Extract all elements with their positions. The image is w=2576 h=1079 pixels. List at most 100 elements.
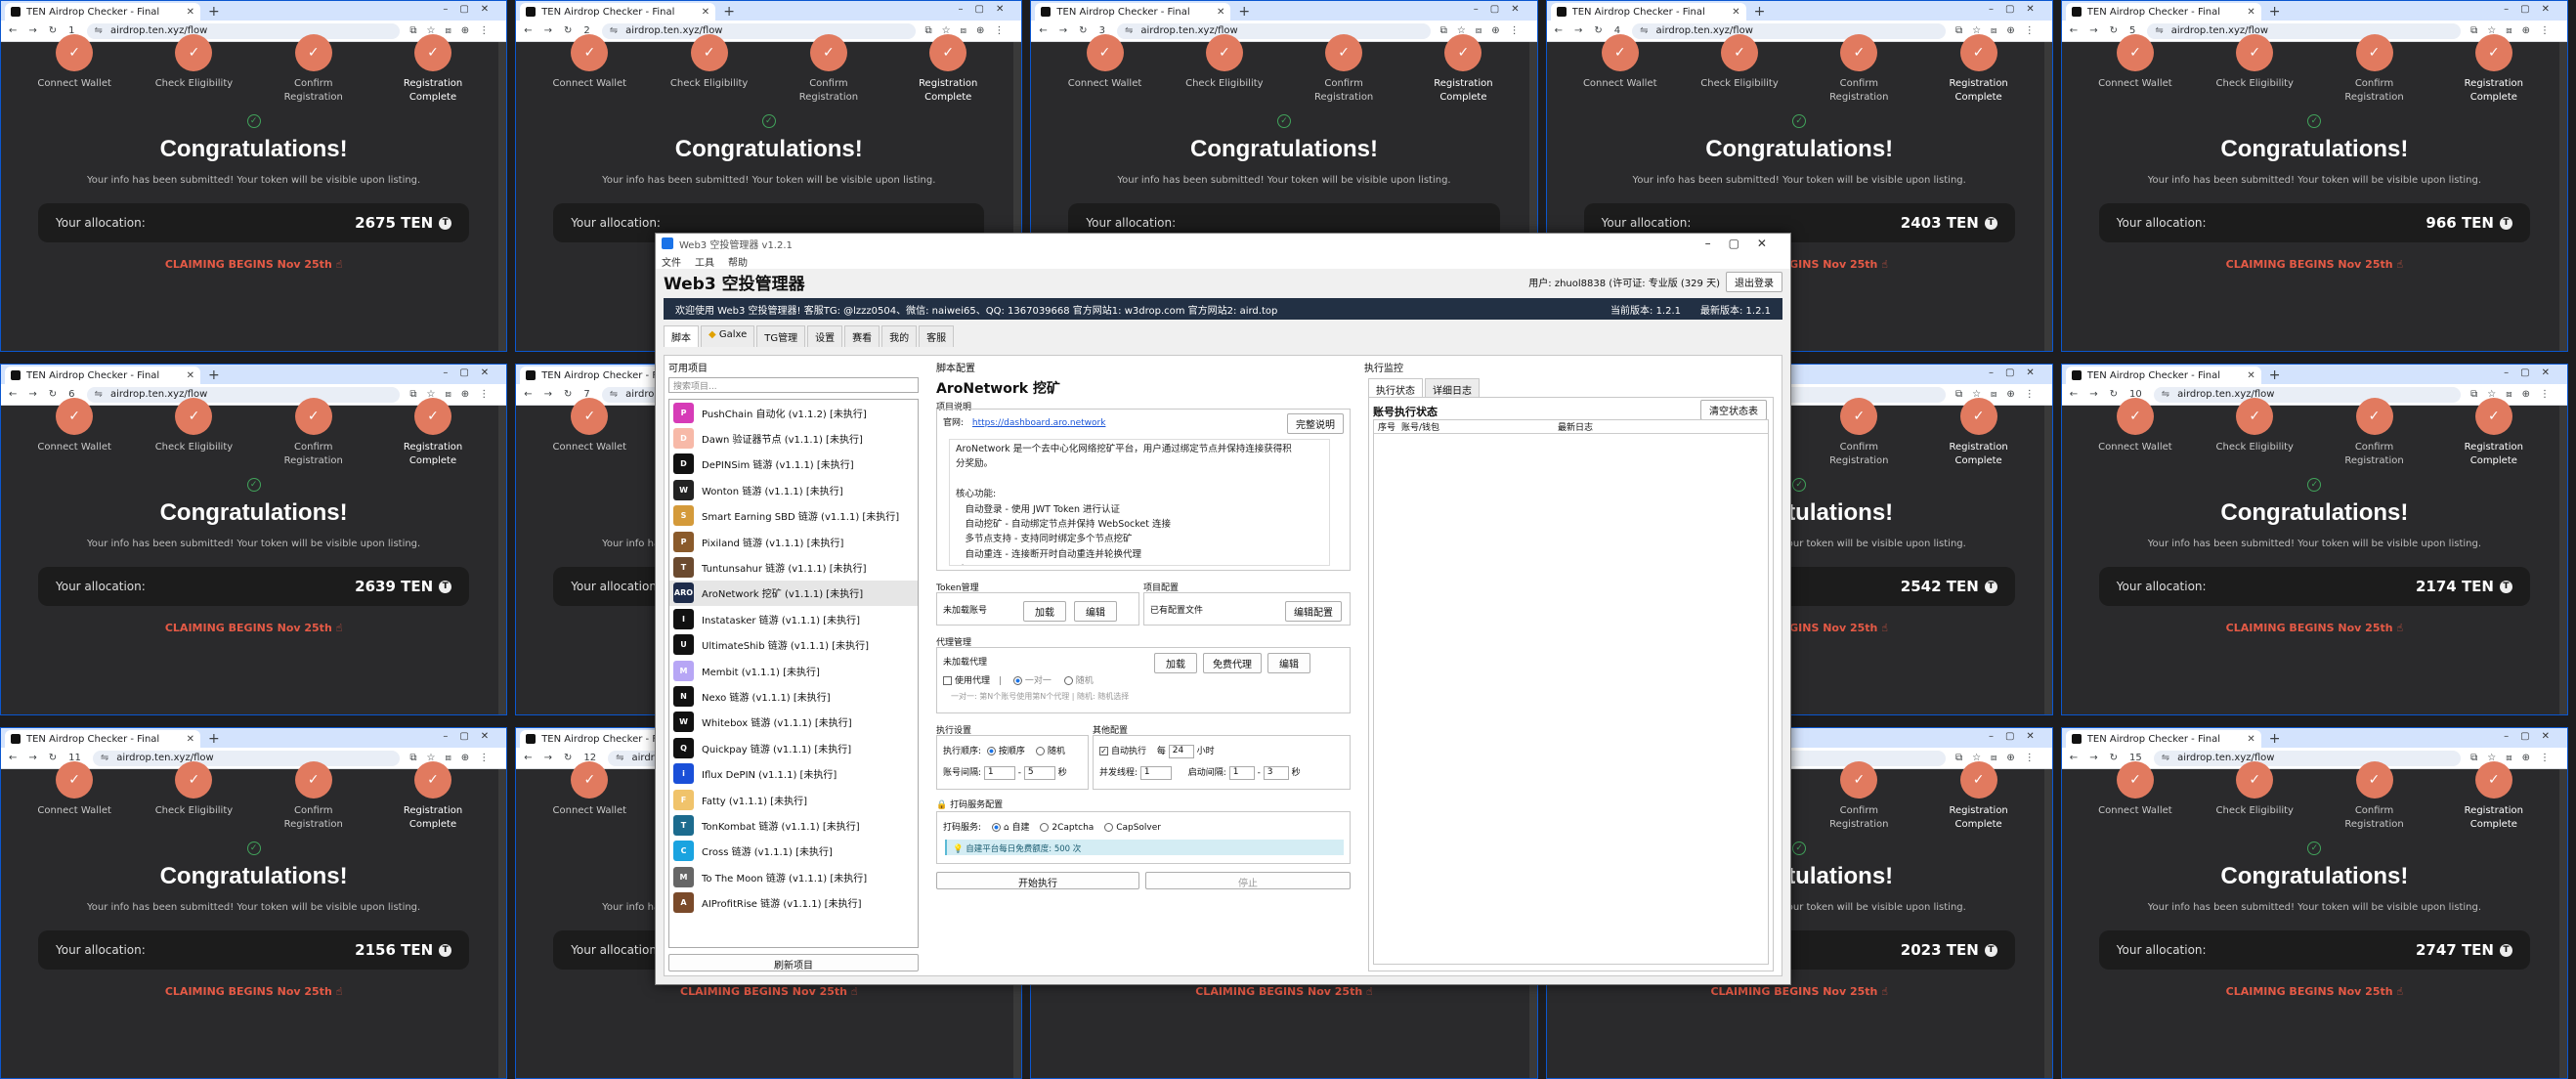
project-item[interactable]: ARO AroNetwork 挖矿 (v1.1.1) [未执行] — [669, 580, 918, 607]
page-scrollbar[interactable] — [498, 42, 507, 351]
menu-tools[interactable]: 工具 — [695, 254, 714, 269]
project-item[interactable]: D Dawn 验证器节点 (v1.1.1) [未执行] — [669, 425, 918, 451]
browser-tab[interactable]: TEN Airdrop Checker - Final ✕ — [520, 3, 716, 21]
interval-to-input[interactable]: 5 — [1023, 765, 1055, 780]
random-proxy-radio[interactable] — [1063, 676, 1073, 685]
tab-close-icon[interactable]: ✕ — [187, 734, 194, 745]
window-controls[interactable]: –▢✕ — [2504, 4, 2561, 15]
order-sequential-radio[interactable] — [986, 747, 996, 755]
page-scrollbar[interactable] — [2043, 406, 2052, 714]
window-controls[interactable]: –▢✕ — [2504, 731, 2561, 742]
refresh-projects-button[interactable]: 刷新项目 — [668, 954, 919, 971]
edit-config-button[interactable]: 编辑配置 — [1285, 601, 1342, 622]
tab-scripts[interactable]: 脚本 — [664, 325, 699, 347]
browser-tab[interactable]: TEN Airdrop Checker - Final ✕ — [5, 730, 200, 748]
project-item[interactable]: T Tuntunsahur 链游 (v1.1.1) [未执行] — [669, 554, 918, 580]
project-item[interactable]: F Fatty (v1.1.1) [未执行] — [669, 787, 918, 812]
page-scrollbar[interactable] — [2558, 406, 2567, 714]
free-proxy-button[interactable]: 免费代理 — [1203, 653, 1262, 673]
project-item[interactable]: C Cross 链游 (v1.1.1) [未执行] — [669, 839, 918, 864]
menu-file[interactable]: 文件 — [662, 254, 681, 269]
window-controls[interactable]: –▢✕ — [443, 731, 500, 742]
project-item[interactable]: S Smart Earning SBD 链游 (v1.1.1) [未执行] — [669, 503, 918, 529]
browser-tab[interactable]: TEN Airdrop Checker - Final ✕ — [2065, 3, 2261, 21]
use-proxy-checkbox[interactable] — [943, 676, 952, 685]
new-tab-icon[interactable]: + — [2269, 731, 2281, 747]
menu-help[interactable]: 帮助 — [728, 254, 748, 269]
project-item[interactable]: M Membit (v1.1.1) [未执行] — [669, 658, 918, 683]
project-item[interactable]: U UltimateShib 链游 (v1.1.1) [未执行] — [669, 632, 918, 658]
project-item[interactable]: A AIProfitRise 链游 (v1.1.1) [未执行] — [669, 889, 918, 915]
page-scrollbar[interactable] — [2558, 769, 2567, 1078]
token-load-button[interactable]: 加载 — [1023, 601, 1066, 622]
tab-close-icon[interactable]: ✕ — [187, 370, 194, 381]
project-item[interactable]: W Whitebox 链游 (v1.1.1) [未执行] — [669, 710, 918, 735]
tab-close-icon[interactable]: ✕ — [702, 7, 709, 18]
full-desc-button[interactable]: 完整说明 — [1287, 413, 1344, 434]
stop-button[interactable]: 停止 — [1145, 872, 1351, 889]
tab-galxe[interactable]: ◆ Galxe — [701, 325, 755, 347]
window-controls[interactable]: –▢✕ — [1989, 4, 2046, 15]
page-scrollbar[interactable] — [498, 406, 507, 714]
project-item[interactable]: P PushChain 自动化 (v1.1.2) [未执行] — [669, 400, 918, 425]
browser-tab[interactable]: TEN Airdrop Checker - Final ✕ — [2065, 367, 2261, 384]
start-from-input[interactable]: 1 — [1228, 765, 1255, 780]
project-item[interactable]: D DePINSim 链游 (v1.1.1) [未执行] — [669, 452, 918, 477]
captcha-self-radio[interactable] — [991, 823, 1001, 832]
tab-support[interactable]: 客服 — [919, 325, 955, 347]
tab-close-icon[interactable]: ✕ — [2247, 370, 2254, 381]
proxy-load-button[interactable]: 加载 — [1154, 653, 1197, 673]
browser-tab[interactable]: TEN Airdrop Checker - Final ✕ — [5, 3, 200, 21]
tab-close-icon[interactable]: ✕ — [2247, 734, 2254, 745]
new-tab-icon[interactable]: + — [208, 731, 220, 747]
clear-status-button[interactable]: 清空状态表 — [1700, 400, 1767, 420]
tab-close-icon[interactable]: ✕ — [1217, 7, 1224, 18]
new-tab-icon[interactable]: + — [723, 4, 735, 20]
project-item[interactable]: i Iflux DePIN (v1.1.1) [未执行] — [669, 760, 918, 786]
captcha-2captcha-radio[interactable] — [1040, 823, 1050, 832]
window-controls[interactable]: –▢✕ — [1474, 4, 1531, 15]
interval-from-input[interactable]: 1 — [983, 765, 1015, 780]
new-tab-icon[interactable]: + — [208, 4, 220, 20]
browser-tab[interactable]: TEN Airdrop Checker - Final ✕ — [1035, 3, 1231, 21]
new-tab-icon[interactable]: + — [1754, 4, 1766, 20]
every-hours-input[interactable]: 24 — [1168, 744, 1194, 758]
window-controls[interactable]: –▢✕ — [1989, 731, 2046, 742]
project-item[interactable]: Q Quickpay 链游 (v1.1.1) [未执行] — [669, 735, 918, 760]
new-tab-icon[interactable]: + — [2269, 4, 2281, 20]
window-controls[interactable]: –▢✕ — [1705, 237, 1790, 250]
start-to-input[interactable]: 3 — [1263, 765, 1289, 780]
browser-tab[interactable]: TEN Airdrop Checker - Final ✕ — [1550, 3, 1746, 21]
new-tab-icon[interactable]: + — [208, 367, 220, 383]
logout-button[interactable]: 退出登录 — [1726, 271, 1782, 292]
page-scrollbar[interactable] — [2558, 42, 2567, 351]
new-tab-icon[interactable]: + — [2269, 367, 2281, 383]
tab-close-icon[interactable]: ✕ — [2247, 7, 2254, 18]
project-item[interactable]: T TonKombat 链游 (v1.1.1) [未执行] — [669, 812, 918, 838]
window-controls[interactable]: –▢✕ — [959, 4, 1016, 15]
browser-tab[interactable]: TEN Airdrop Checker - Final ✕ — [5, 367, 200, 384]
threads-input[interactable]: 1 — [1139, 765, 1172, 780]
page-scrollbar[interactable] — [498, 769, 507, 1078]
project-list[interactable]: P PushChain 自动化 (v1.1.2) [未执行] D Dawn 验证器节点… — [668, 399, 919, 948]
window-controls[interactable]: –▢✕ — [443, 367, 500, 378]
proxy-edit-button[interactable]: 编辑 — [1267, 653, 1310, 673]
project-item[interactable]: P Pixiland 链游 (v1.1.1) [未执行] — [669, 529, 918, 554]
tab-settings[interactable]: 设置 — [807, 325, 843, 347]
tab-mine[interactable]: 我的 — [881, 325, 918, 347]
tab-close-icon[interactable]: ✕ — [187, 7, 194, 18]
project-item[interactable]: I Instatasker 链游 (v1.1.1) [未执行] — [669, 606, 918, 631]
order-random-radio[interactable] — [1035, 747, 1045, 755]
token-edit-button[interactable]: 编辑 — [1074, 601, 1117, 622]
window-controls[interactable]: –▢✕ — [443, 4, 500, 15]
project-search-input[interactable]: 搜索项目... — [668, 377, 919, 393]
captcha-capsolver-radio[interactable] — [1104, 823, 1114, 832]
browser-tab[interactable]: TEN Airdrop Checker - Final ✕ — [2065, 730, 2261, 748]
tab-watch[interactable]: 赛看 — [844, 325, 880, 347]
one-to-one-radio[interactable] — [1012, 676, 1022, 685]
tab-tg[interactable]: TG管理 — [756, 325, 806, 347]
window-controls[interactable]: –▢✕ — [1989, 367, 2046, 378]
site-link[interactable]: https://dashboard.aro.network — [972, 418, 1106, 428]
project-item[interactable]: N Nexo 链游 (v1.1.1) [未执行] — [669, 683, 918, 709]
window-controls[interactable]: –▢✕ — [2504, 367, 2561, 378]
